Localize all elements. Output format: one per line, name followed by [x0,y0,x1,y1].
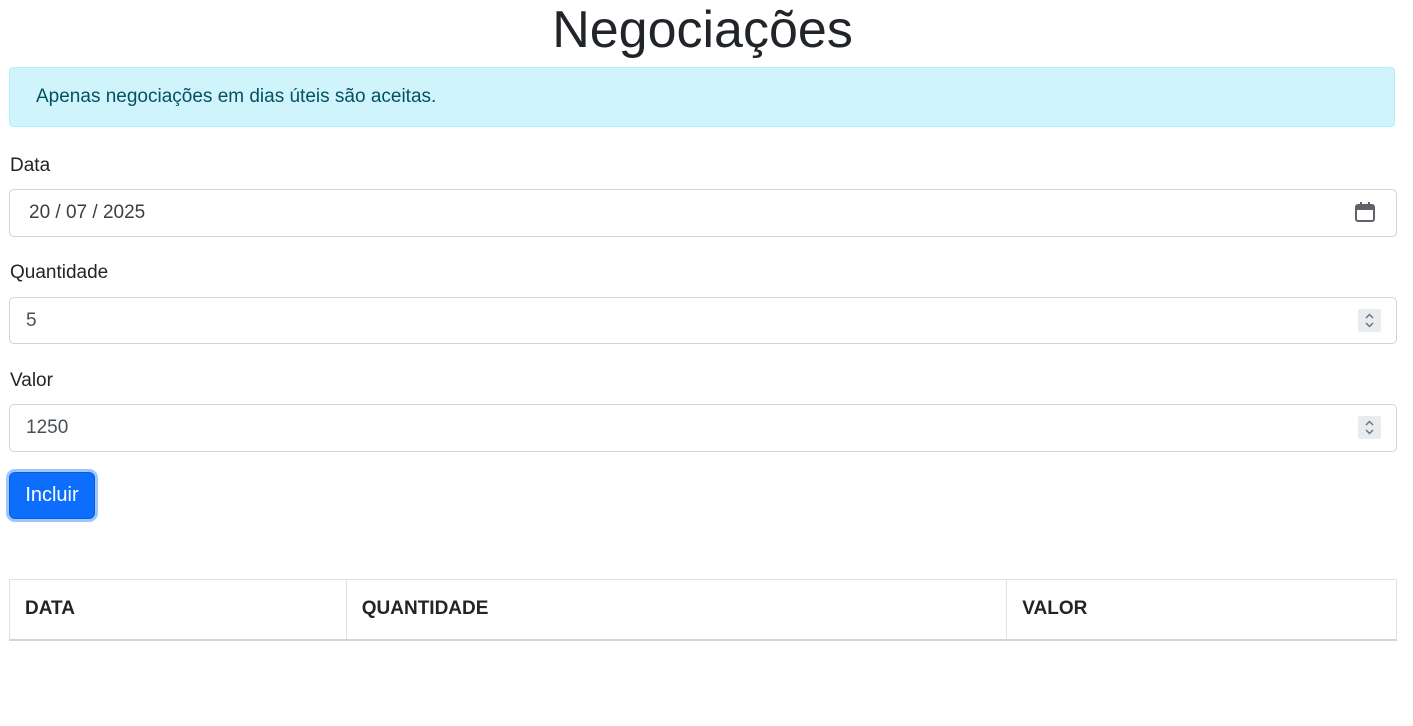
valor-label: Valor [10,370,53,391]
column-header-valor: VALOR [1006,579,1397,641]
table-header-row: DATA QUANTIDADE VALOR [9,579,1397,641]
column-header-data: DATA [9,579,347,641]
quantidade-spinner[interactable] [1358,309,1381,332]
calendar-icon[interactable] [1354,201,1376,223]
negociacoes-table: DATA QUANTIDADE VALOR [9,579,1397,641]
page-container: Negociações Apenas negociações em dias ú… [0,0,1413,726]
column-header-quantidade: QUANTIDADE [345,579,1008,641]
valor-input-value[interactable]: 1250 [26,405,68,451]
valor-spinner[interactable] [1358,416,1381,439]
page-title: Negociações [552,1,853,59]
date-input-value[interactable]: 20 / 07 / 2025 [29,190,145,236]
spinner-up-down-icon[interactable] [1358,309,1381,332]
data-label: Data [10,155,51,176]
valor-input[interactable]: 1250 [9,404,1397,452]
quantidade-input[interactable]: 5 [9,297,1397,344]
quantidade-input-value[interactable]: 5 [26,298,37,344]
date-input[interactable]: 20 / 07 / 2025 [9,189,1397,237]
info-alert: Apenas negociações em dias úteis são ace… [9,67,1395,127]
spinner-up-down-icon[interactable] [1358,416,1381,439]
incluir-button[interactable]: Incluir [9,472,95,519]
quantidade-label: Quantidade [10,262,109,283]
